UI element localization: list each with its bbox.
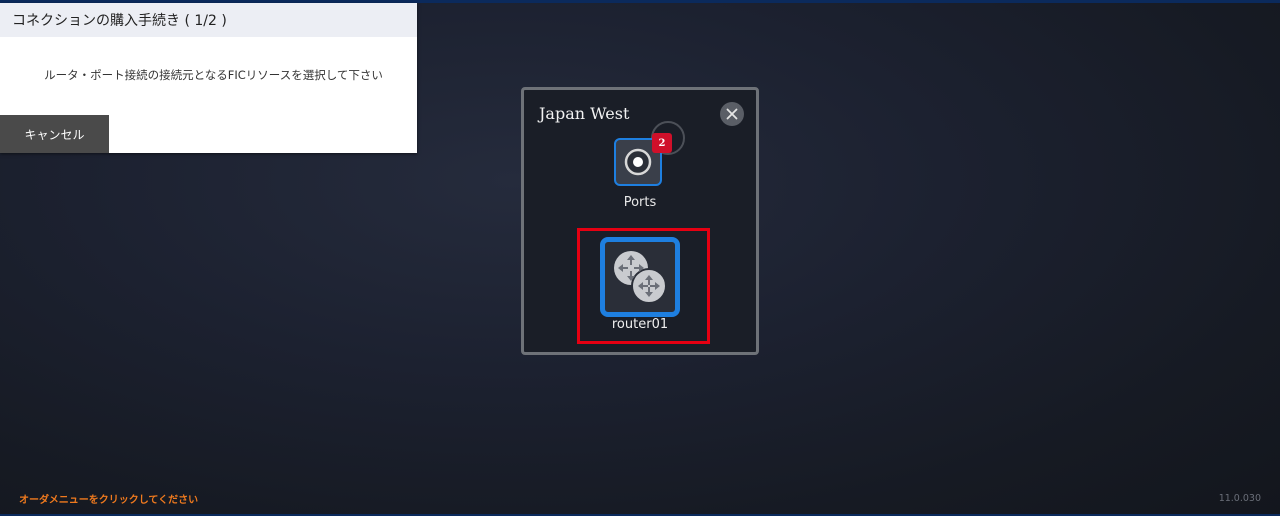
version-label: 11.0.030 [1218, 493, 1261, 504]
region-panel-japan-west: Japan West 2 Ports router01 [521, 87, 759, 355]
ports-label: Ports [623, 195, 657, 210]
port-icon [624, 148, 652, 176]
region-title: Japan West [539, 104, 630, 123]
purchase-wizard-dialog: コネクションの購入手続き ( 1/2 ) ルータ・ポート接続の接続元となるFIC… [0, 3, 417, 153]
wizard-title: コネクションの購入手続き ( 1/2 ) [0, 3, 417, 37]
cancel-button[interactable]: キャンセル [0, 115, 109, 153]
wizard-instruction: ルータ・ポート接続の接続元となるFICリソースを選択して下さい [44, 68, 383, 82]
router-label: router01 [611, 317, 669, 332]
router-icon [614, 251, 667, 304]
order-menu-hint: オーダメニューをクリックしてください [19, 495, 199, 506]
ports-count-badge: 2 [652, 133, 672, 153]
close-icon[interactable] [720, 102, 744, 126]
router-node[interactable] [600, 237, 680, 317]
